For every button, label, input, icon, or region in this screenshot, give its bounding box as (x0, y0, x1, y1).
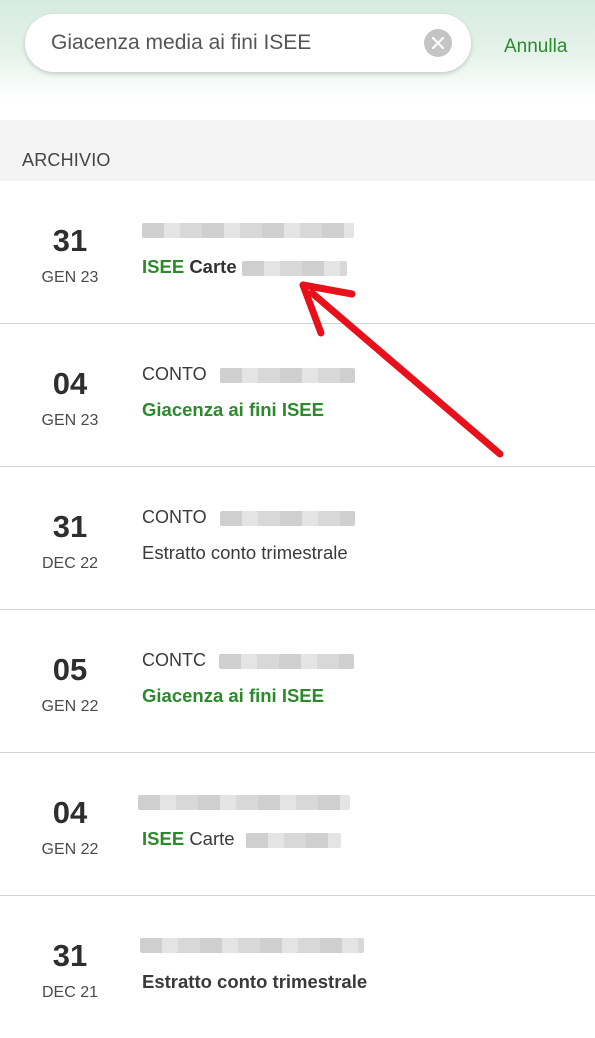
list-item[interactable]: 05 GEN 22 CONTC Giacenza ai fini ISEE (0, 610, 595, 753)
redacted-text (219, 510, 355, 526)
list-item[interactable]: 04 GEN 22 ISEE Carte (0, 753, 595, 896)
cancel-button[interactable]: Annulla (504, 36, 567, 58)
item-highlight: ISEE (142, 828, 185, 849)
date-day: 31 (52, 509, 88, 544)
date-day: 04 (52, 795, 88, 830)
item-description: ISEE Carte (142, 828, 341, 850)
search-box[interactable] (25, 14, 471, 72)
section-title: ARCHIVIO (22, 150, 111, 170)
item-highlight: ISEE (142, 256, 185, 277)
item-account: CONTC (142, 650, 355, 672)
redacted-text (219, 653, 355, 669)
list-item[interactable]: 31 DEC 21 Estratto conto trimestrale (0, 896, 595, 1038)
list-item[interactable]: 31 DEC 22 CONTO Estratto conto trimestra… (0, 467, 595, 610)
close-icon (432, 37, 444, 49)
date-day: 05 (52, 652, 88, 687)
item-description-text: Estratto conto trimestrale (142, 971, 368, 992)
item-description: Estratto conto trimestrale (142, 542, 348, 564)
redacted-text (138, 795, 350, 810)
redacted-text (245, 832, 341, 848)
redacted-text (142, 223, 354, 238)
item-highlight: Giacenza ai fini ISEE (142, 399, 324, 420)
item-account: CONTO (142, 507, 355, 529)
date-month: GEN 23 (41, 412, 99, 429)
item-highlight: Giacenza ai fini ISEE (142, 685, 324, 706)
redacted-text (219, 367, 355, 383)
account-label: CONTO (142, 364, 207, 384)
item-account: CONTO (142, 364, 355, 386)
search-input[interactable] (51, 14, 431, 72)
item-description: Giacenza ai fini ISEE (142, 399, 324, 421)
item-description-rest: Carte (189, 828, 235, 849)
date-day: 31 (52, 938, 88, 973)
item-description: Giacenza ai fini ISEE (142, 685, 324, 707)
clear-search-button[interactable] (424, 29, 452, 57)
date-month: GEN 22 (41, 841, 99, 858)
account-label: CONTC (142, 650, 206, 670)
list-item[interactable]: 31 GEN 23 ISEE Carte (0, 181, 595, 324)
document-list: 31 GEN 23 ISEE Carte 04 GEN 23 CONTO Gia… (0, 181, 595, 1038)
item-description: ISEE Carte (142, 256, 347, 278)
item-description-rest: Carte (189, 256, 237, 277)
date-month: DEC 22 (41, 555, 99, 572)
date-day: 31 (52, 223, 88, 258)
list-item[interactable]: 04 GEN 23 CONTO Giacenza ai fini ISEE (0, 324, 595, 467)
date-month: GEN 23 (41, 269, 99, 286)
redacted-text (140, 938, 364, 953)
item-description: Estratto conto trimestrale (142, 971, 367, 993)
date-month: DEC 21 (41, 984, 99, 1001)
account-label: CONTO (142, 507, 207, 527)
search-header: Annulla (0, 0, 595, 100)
date-day: 04 (52, 366, 88, 401)
item-description-text: Estratto conto trimestrale (142, 542, 348, 563)
redacted-text (241, 260, 347, 276)
date-month: GEN 22 (41, 698, 99, 715)
